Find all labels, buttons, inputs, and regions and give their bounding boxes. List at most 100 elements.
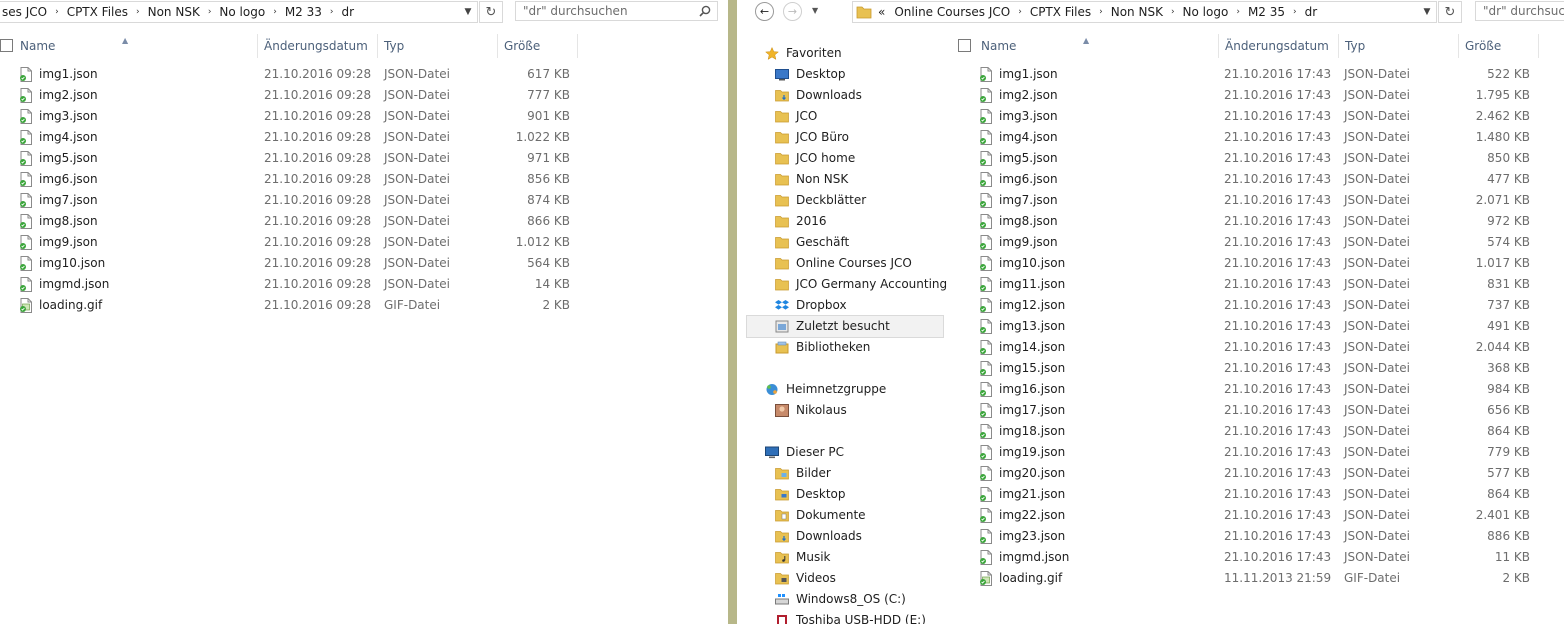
nav-item[interactable]: Favoriten: [747, 43, 943, 64]
file-row[interactable]: img2.json 21.10.2016 17:43 JSON-Datei 1.795…: [945, 85, 1564, 106]
refresh-icon[interactable]: ↻: [479, 1, 503, 23]
file-row[interactable]: img1.json 21.10.2016 17:43 JSON-Datei 522 K…: [945, 64, 1564, 85]
column-header-date[interactable]: Änderungsdatum: [258, 34, 378, 58]
search-icon[interactable]: [699, 5, 711, 17]
forward-button[interactable]: →: [783, 2, 802, 21]
file-row[interactable]: img7.json 21.10.2016 09:28 JSON-Datei 874 K…: [0, 190, 728, 211]
file-row[interactable]: img20.json 21.10.2016 17:43 JSON-Datei 577 …: [945, 463, 1564, 484]
file-row[interactable]: img23.json 21.10.2016 17:43 JSON-Datei 886 …: [945, 526, 1564, 547]
breadcrumb-item[interactable]: Online Courses JCO: [887, 5, 1017, 19]
left-search-input[interactable]: "dr" durchsuchen: [515, 1, 718, 21]
nav-item[interactable]: JCO Büro: [747, 127, 943, 148]
breadcrumb-item[interactable]: CPTX Files: [1023, 5, 1098, 19]
breadcrumb-item[interactable]: M2 33: [278, 5, 329, 19]
nav-item[interactable]: Non NSK: [747, 169, 943, 190]
nav-item[interactable]: Windows8_OS (C:): [747, 589, 943, 610]
file-row[interactable]: img8.json 21.10.2016 09:28 JSON-Datei 866 K…: [0, 211, 728, 232]
nav-item[interactable]: Downloads: [747, 85, 943, 106]
nav-item[interactable]: Dieser PC: [747, 442, 943, 463]
file-row[interactable]: img9.json 21.10.2016 09:28 JSON-Datei 1.012…: [0, 232, 728, 253]
file-row[interactable]: img8.json 21.10.2016 17:43 JSON-Datei 972 K…: [945, 211, 1564, 232]
column-header-name[interactable]: Name ▲: [975, 34, 1219, 58]
address-history-dropdown-icon[interactable]: ▼: [458, 2, 477, 22]
breadcrumb-overflow-icon[interactable]: «: [872, 5, 887, 19]
breadcrumb-item[interactable]: ses JCO: [0, 5, 54, 19]
nav-item[interactable]: Downloads: [747, 526, 943, 547]
file-row[interactable]: img10.json 21.10.2016 09:28 JSON-Datei 564 …: [0, 253, 728, 274]
file-row[interactable]: img13.json 21.10.2016 17:43 JSON-Datei 491 …: [945, 316, 1564, 337]
recent-locations-icon[interactable]: ▼: [812, 6, 818, 15]
file-row[interactable]: img1.json 21.10.2016 09:28 JSON-Datei 617 K…: [0, 64, 728, 85]
column-header-date[interactable]: Änderungsdatum: [1219, 34, 1339, 58]
nav-item[interactable]: Bilder: [747, 463, 943, 484]
nav-item[interactable]: 2016: [747, 211, 943, 232]
file-row[interactable]: img7.json 21.10.2016 17:43 JSON-Datei 2.071…: [945, 190, 1564, 211]
file-row[interactable]: img6.json 21.10.2016 17:43 JSON-Datei 477 K…: [945, 169, 1564, 190]
file-date: 21.10.2016 17:43: [1224, 361, 1332, 375]
nav-item[interactable]: Videos: [747, 568, 943, 589]
left-address-bar[interactable]: ses JCO › CPTX Files › Non NSK › No logo › M2 33…: [0, 1, 478, 23]
select-all-checkbox[interactable]: [958, 39, 971, 52]
file-row[interactable]: img3.json 21.10.2016 09:28 JSON-Datei 901 K…: [0, 106, 728, 127]
right-address-bar[interactable]: « Online Courses JCO › CPTX Files › Non NSK ›…: [852, 1, 1437, 23]
file-row[interactable]: imgmd.json 21.10.2016 09:28 JSON-Datei 14 K…: [0, 274, 728, 295]
breadcrumb-item[interactable]: Non NSK: [1104, 5, 1170, 19]
column-header-name[interactable]: Name ▲: [14, 34, 258, 58]
address-history-dropdown-icon[interactable]: ▼: [1417, 2, 1436, 22]
column-header-type[interactable]: Typ: [1339, 34, 1459, 58]
nav-item[interactable]: Dropbox: [747, 295, 943, 316]
nav-item[interactable]: Toshiba USB-HDD (E:): [747, 610, 943, 624]
file-row[interactable]: img3.json 21.10.2016 17:43 JSON-Datei 2.462…: [945, 106, 1564, 127]
file-row[interactable]: img14.json 21.10.2016 17:43 JSON-Datei 2.04…: [945, 337, 1564, 358]
file-row[interactable]: img9.json 21.10.2016 17:43 JSON-Datei 574 K…: [945, 232, 1564, 253]
file-row[interactable]: imgmd.json 21.10.2016 17:43 JSON-Datei 11 K…: [945, 547, 1564, 568]
file-row[interactable]: loading.gif 11.11.2013 21:59 GIF-Datei 2 KB: [945, 568, 1564, 589]
file-row[interactable]: img21.json 21.10.2016 17:43 JSON-Datei 864 …: [945, 484, 1564, 505]
file-row[interactable]: img6.json 21.10.2016 09:28 JSON-Datei 856 K…: [0, 169, 728, 190]
nav-item[interactable]: JCO Germany Accounting: [747, 274, 947, 295]
file-row[interactable]: img17.json 21.10.2016 17:43 JSON-Datei 656 …: [945, 400, 1564, 421]
nav-item[interactable]: Bibliotheken: [747, 337, 943, 358]
file-row[interactable]: img5.json 21.10.2016 17:43 JSON-Datei 850 K…: [945, 148, 1564, 169]
breadcrumb-item[interactable]: No logo: [212, 5, 272, 19]
nav-item[interactable]: Nikolaus: [747, 400, 943, 421]
file-row[interactable]: img12.json 21.10.2016 17:43 JSON-Datei 737 …: [945, 295, 1564, 316]
breadcrumb-item[interactable]: dr: [335, 5, 362, 19]
nav-item[interactable]: Deckblätter: [747, 190, 943, 211]
nav-item[interactable]: Online Courses JCO: [747, 253, 943, 274]
file-row[interactable]: img11.json 21.10.2016 17:43 JSON-Datei 831 …: [945, 274, 1564, 295]
column-header-size[interactable]: Größe: [1459, 34, 1539, 58]
right-search-input[interactable]: "dr" durchsuchen: [1475, 1, 1564, 21]
file-row[interactable]: img10.json 21.10.2016 17:43 JSON-Datei 1.01…: [945, 253, 1564, 274]
column-header-type[interactable]: Typ: [378, 34, 498, 58]
nav-item[interactable]: Musik: [747, 547, 943, 568]
nav-item[interactable]: Zuletzt besucht: [746, 315, 944, 338]
column-header-size[interactable]: Größe: [498, 34, 578, 58]
file-row[interactable]: img22.json 21.10.2016 17:43 JSON-Datei 2.40…: [945, 505, 1564, 526]
nav-item[interactable]: Dokumente: [747, 505, 943, 526]
breadcrumb-item[interactable]: No logo: [1176, 5, 1236, 19]
breadcrumb-item[interactable]: CPTX Files: [60, 5, 135, 19]
file-row[interactable]: img16.json 21.10.2016 17:43 JSON-Datei 984 …: [945, 379, 1564, 400]
file-row[interactable]: img18.json 21.10.2016 17:43 JSON-Datei 864 …: [945, 421, 1564, 442]
file-date: 21.10.2016 17:43: [1224, 67, 1332, 81]
file-row[interactable]: img5.json 21.10.2016 09:28 JSON-Datei 971 K…: [0, 148, 728, 169]
file-row[interactable]: img4.json 21.10.2016 17:43 JSON-Datei 1.480…: [945, 127, 1564, 148]
nav-item[interactable]: Desktop: [747, 64, 943, 85]
nav-item[interactable]: JCO: [747, 106, 943, 127]
nav-item[interactable]: JCO home: [747, 148, 943, 169]
nav-item[interactable]: Heimnetzgruppe: [747, 379, 943, 400]
breadcrumb-item[interactable]: M2 35: [1241, 5, 1292, 19]
refresh-icon[interactable]: ↻: [1438, 1, 1462, 23]
file-row[interactable]: loading.gif 21.10.2016 09:28 GIF-Datei 2 KB: [0, 295, 728, 316]
breadcrumb-item[interactable]: Non NSK: [141, 5, 207, 19]
file-row[interactable]: img4.json 21.10.2016 09:28 JSON-Datei 1.022…: [0, 127, 728, 148]
select-all-checkbox[interactable]: [0, 39, 13, 52]
file-row[interactable]: img19.json 21.10.2016 17:43 JSON-Datei 779 …: [945, 442, 1564, 463]
nav-item[interactable]: Geschäft: [747, 232, 943, 253]
breadcrumb-item[interactable]: dr: [1298, 5, 1325, 19]
file-row[interactable]: img2.json 21.10.2016 09:28 JSON-Datei 777 K…: [0, 85, 728, 106]
nav-item[interactable]: Desktop: [747, 484, 943, 505]
back-button[interactable]: ←: [755, 2, 774, 21]
file-row[interactable]: img15.json 21.10.2016 17:43 JSON-Datei 368 …: [945, 358, 1564, 379]
